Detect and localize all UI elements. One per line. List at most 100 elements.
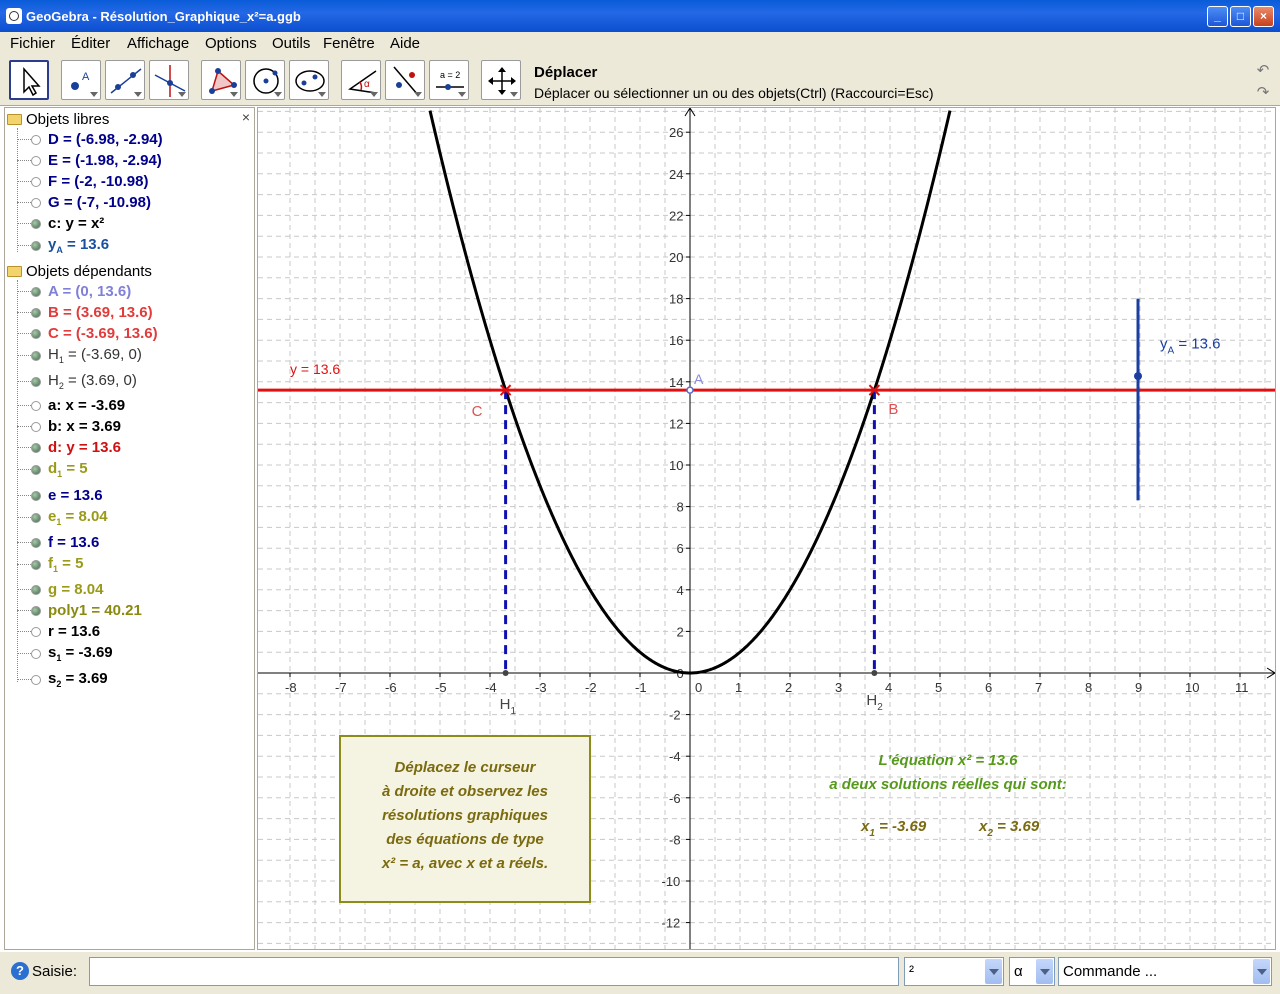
point-tool-button[interactable]: A bbox=[61, 60, 101, 100]
visibility-toggle-icon[interactable] bbox=[31, 464, 41, 475]
reflect-tool-button[interactable] bbox=[385, 60, 425, 100]
slider-tool-button[interactable]: a = 2 bbox=[429, 60, 469, 100]
menu-options[interactable]: Options bbox=[205, 35, 257, 52]
line-tool-button[interactable] bbox=[105, 60, 145, 100]
algebra-item[interactable]: e = 13.6 bbox=[17, 487, 103, 504]
visibility-toggle-icon[interactable] bbox=[31, 176, 41, 187]
perpendicular-line-icon bbox=[154, 65, 186, 97]
visibility-toggle-icon[interactable] bbox=[31, 584, 41, 595]
algebra-item[interactable]: e1 = 8.04 bbox=[17, 508, 108, 527]
minimize-button[interactable]: _ bbox=[1207, 6, 1228, 27]
algebra-item[interactable]: H2 = (3.69, 0) bbox=[17, 372, 137, 391]
algebra-item[interactable]: d: y = 13.6 bbox=[17, 439, 121, 456]
polygon-tool-button[interactable] bbox=[201, 60, 241, 100]
visibility-toggle-icon[interactable] bbox=[31, 559, 41, 570]
graphics-view[interactable]: -8 -7 -6 -5 -4 -3 -2 -1 0 1 2 3 4 5 6 7 8 9 10 11 26 24 22 20 18… bbox=[257, 107, 1276, 950]
visibility-toggle-icon[interactable] bbox=[31, 376, 41, 387]
chevron-down-icon[interactable] bbox=[985, 959, 1002, 984]
visibility-toggle-icon[interactable] bbox=[31, 442, 41, 453]
visibility-toggle-icon[interactable] bbox=[31, 134, 41, 145]
angle-tool-button[interactable]: α bbox=[341, 60, 381, 100]
maximize-button[interactable]: □ bbox=[1230, 6, 1251, 27]
slider-handle[interactable] bbox=[1134, 372, 1142, 381]
instruction-line: x² = a, avec x et a réels. bbox=[381, 855, 548, 872]
algebra-item[interactable]: f = 13.6 bbox=[17, 534, 99, 551]
algebra-close-icon[interactable]: × bbox=[242, 109, 250, 125]
visibility-toggle-icon[interactable] bbox=[31, 240, 41, 251]
visibility-toggle-icon[interactable] bbox=[31, 328, 41, 339]
algebra-item[interactable]: s2 = 3.69 bbox=[17, 670, 108, 689]
menu-outils[interactable]: Outils bbox=[272, 35, 310, 52]
algebra-item[interactable]: c: y = x² bbox=[17, 215, 104, 232]
solution-x2-rest: = 3.69 bbox=[993, 818, 1040, 835]
algebra-item[interactable]: s1 = -3.69 bbox=[17, 644, 113, 663]
point-H1-marker[interactable] bbox=[502, 670, 509, 676]
visibility-toggle-icon[interactable] bbox=[31, 421, 41, 432]
algebra-item[interactable]: E = (-1.98, -2.94) bbox=[17, 152, 162, 169]
visibility-toggle-icon[interactable] bbox=[31, 400, 41, 411]
algebra-item[interactable]: yA = 13.6 bbox=[17, 236, 109, 255]
move-view-tool-button[interactable] bbox=[481, 60, 521, 100]
greek-dropdown[interactable]: α bbox=[1009, 957, 1055, 986]
algebra-item[interactable]: f1 = 5 bbox=[17, 555, 83, 574]
algebra-item[interactable]: g = 8.04 bbox=[17, 581, 103, 598]
visibility-toggle-icon[interactable] bbox=[31, 218, 41, 229]
graph-canvas[interactable]: -8 -7 -6 -5 -4 -3 -2 -1 0 1 2 3 4 5 6 7 8 9 10 112624222018… bbox=[258, 108, 1276, 950]
free-objects-folder[interactable]: Objets libres bbox=[7, 111, 109, 128]
algebra-item[interactable]: C = (-3.69, 13.6) bbox=[17, 325, 158, 342]
visibility-toggle-icon[interactable] bbox=[31, 537, 41, 548]
perpendicular-tool-button[interactable] bbox=[149, 60, 189, 100]
visibility-toggle-icon[interactable] bbox=[31, 307, 41, 318]
menu-editer[interactable]: Éditer bbox=[71, 35, 110, 52]
redo-icon[interactable]: ↷ bbox=[1254, 83, 1272, 101]
algebra-item[interactable]: d1 = 5 bbox=[17, 460, 88, 479]
dependent-objects-folder[interactable]: Objets dépendants bbox=[7, 263, 152, 280]
y-tick-label: 24 bbox=[669, 167, 683, 182]
algebra-item[interactable]: H1 = (-3.69, 0) bbox=[17, 346, 142, 365]
help-icon[interactable]: ? bbox=[11, 962, 29, 980]
conic-tool-button[interactable] bbox=[289, 60, 329, 100]
x-tick-label: 10 bbox=[1185, 680, 1199, 695]
visibility-toggle-icon[interactable] bbox=[31, 605, 41, 616]
point-A-marker[interactable] bbox=[686, 386, 694, 394]
undo-icon[interactable]: ↶ bbox=[1254, 61, 1272, 79]
chevron-down-icon[interactable] bbox=[1036, 959, 1053, 984]
circle-tool-button[interactable] bbox=[245, 60, 285, 100]
chevron-down-icon[interactable] bbox=[1253, 959, 1270, 984]
algebra-item[interactable]: D = (-6.98, -2.94) bbox=[17, 131, 163, 148]
visibility-toggle-icon[interactable] bbox=[31, 674, 41, 685]
symbols-dropdown[interactable]: ² bbox=[904, 957, 1004, 986]
visibility-toggle-icon[interactable] bbox=[31, 648, 41, 659]
visibility-toggle-icon[interactable] bbox=[31, 286, 41, 297]
algebra-item[interactable]: G = (-7, -10.98) bbox=[17, 194, 151, 211]
menu-aide[interactable]: Aide bbox=[390, 35, 420, 52]
algebra-item[interactable]: F = (-2, -10.98) bbox=[17, 173, 148, 190]
algebra-item[interactable]: b: x = 3.69 bbox=[17, 418, 121, 435]
y-tick-label: -10 bbox=[662, 874, 681, 889]
menu-fenetre[interactable]: Fenêtre bbox=[323, 35, 375, 52]
x-tick-label: 5 bbox=[935, 680, 942, 695]
menu-affichage[interactable]: Affichage bbox=[127, 35, 189, 52]
move-tool-button[interactable] bbox=[9, 60, 49, 100]
point-H2-marker[interactable] bbox=[871, 670, 878, 676]
commands-dropdown[interactable]: Commande ... bbox=[1058, 957, 1272, 986]
menu-fichier[interactable]: Fichier bbox=[10, 35, 55, 52]
algebra-item[interactable]: B = (3.69, 13.6) bbox=[17, 304, 153, 321]
algebra-item[interactable]: r = 13.6 bbox=[17, 623, 100, 640]
close-button[interactable]: × bbox=[1253, 6, 1274, 27]
algebra-item[interactable]: A = (0, 13.6) bbox=[17, 283, 131, 300]
tree-connector bbox=[17, 495, 31, 496]
item-value: = 3.69 bbox=[61, 670, 108, 687]
visibility-toggle-icon[interactable] bbox=[31, 350, 41, 361]
algebra-item[interactable]: a: x = -3.69 bbox=[17, 397, 125, 414]
algebra-item[interactable]: poly1 = 40.21 bbox=[17, 602, 142, 619]
visibility-toggle-icon[interactable] bbox=[31, 490, 41, 501]
visibility-toggle-icon[interactable] bbox=[31, 626, 41, 637]
visibility-toggle-icon[interactable] bbox=[31, 512, 41, 523]
input-field[interactable] bbox=[89, 957, 899, 986]
tree-connector bbox=[17, 333, 31, 334]
algebra-item-label: a: x = -3.69 bbox=[48, 397, 126, 414]
x-tick-label: -6 bbox=[385, 680, 397, 695]
visibility-toggle-icon[interactable] bbox=[31, 197, 41, 208]
visibility-toggle-icon[interactable] bbox=[31, 155, 41, 166]
